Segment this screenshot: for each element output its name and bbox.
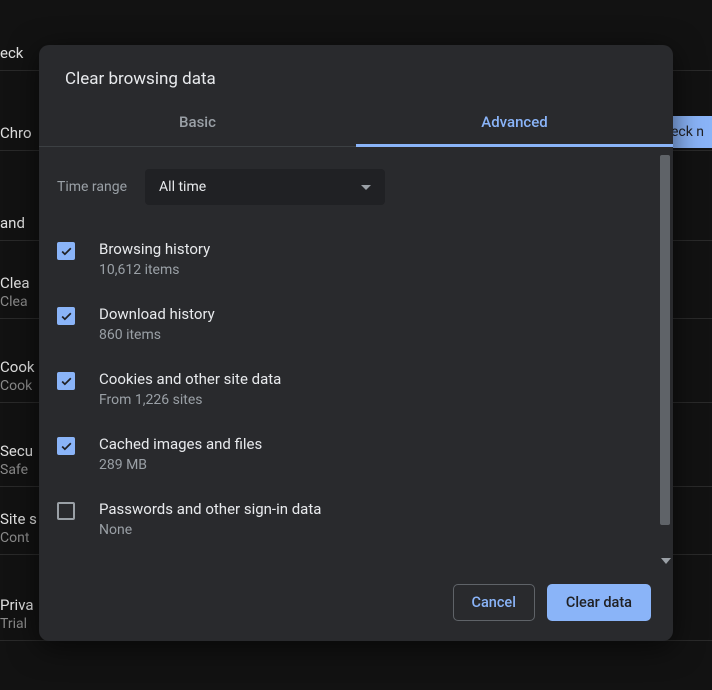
option-detail: None: [99, 522, 321, 538]
dialog-scroll-area[interactable]: Time range All time Browsing history 10,…: [39, 147, 659, 566]
dialog-footer: Cancel Clear data: [39, 566, 673, 641]
option-detail: From 1,226 sites: [99, 392, 281, 408]
check-icon: [60, 440, 73, 453]
option-detail: 289 MB: [99, 457, 262, 473]
option-download-history: Download history 860 items: [57, 296, 641, 361]
option-title: Cookies and other site data: [99, 370, 281, 388]
scrollbar[interactable]: [660, 155, 670, 558]
option-autofill: Auto-fill form data: [57, 556, 641, 566]
bg-text: Chro: [0, 124, 32, 142]
dialog-body: Time range All time Browsing history 10,…: [39, 147, 673, 566]
option-title: Download history: [99, 305, 215, 323]
option-detail: 860 items: [99, 327, 215, 343]
check-icon: [60, 310, 73, 323]
checkbox-download-history[interactable]: [57, 307, 75, 325]
option-title: Browsing history: [99, 240, 210, 258]
check-icon: [60, 245, 73, 258]
clear-data-button[interactable]: Clear data: [547, 584, 651, 621]
chevron-down-icon: [361, 185, 371, 190]
tab-basic[interactable]: Basic: [39, 99, 356, 146]
checkbox-cookies[interactable]: [57, 372, 75, 390]
option-cached: Cached images and files 289 MB: [57, 426, 641, 491]
bg-text: eck: [0, 44, 23, 62]
option-passwords: Passwords and other sign-in data None: [57, 491, 641, 556]
clear-browsing-data-dialog: Clear browsing data Basic Advanced Time …: [39, 45, 673, 641]
time-range-label: Time range: [57, 179, 127, 195]
scroll-down-icon[interactable]: [661, 558, 671, 564]
scrollbar-thumb[interactable]: [660, 155, 670, 525]
tab-advanced[interactable]: Advanced: [356, 99, 673, 147]
option-title: Auto-fill form data: [99, 565, 219, 566]
option-cookies: Cookies and other site data From 1,226 s…: [57, 361, 641, 426]
cancel-button[interactable]: Cancel: [453, 584, 535, 621]
checkbox-cached[interactable]: [57, 437, 75, 455]
option-title: Cached images and files: [99, 435, 262, 453]
option-browsing-history: Browsing history 10,612 items: [57, 231, 641, 296]
option-detail: 10,612 items: [99, 262, 210, 278]
checkbox-passwords[interactable]: [57, 502, 75, 520]
time-range-select[interactable]: All time: [145, 169, 385, 205]
check-icon: [60, 375, 73, 388]
checkbox-browsing-history[interactable]: [57, 242, 75, 260]
time-range-row: Time range All time: [57, 169, 641, 205]
option-title: Passwords and other sign-in data: [99, 500, 321, 518]
bg-text: and: [0, 214, 25, 232]
dialog-tabs: Basic Advanced: [39, 99, 673, 147]
time-range-value: All time: [159, 179, 206, 195]
dialog-title: Clear browsing data: [39, 45, 673, 99]
